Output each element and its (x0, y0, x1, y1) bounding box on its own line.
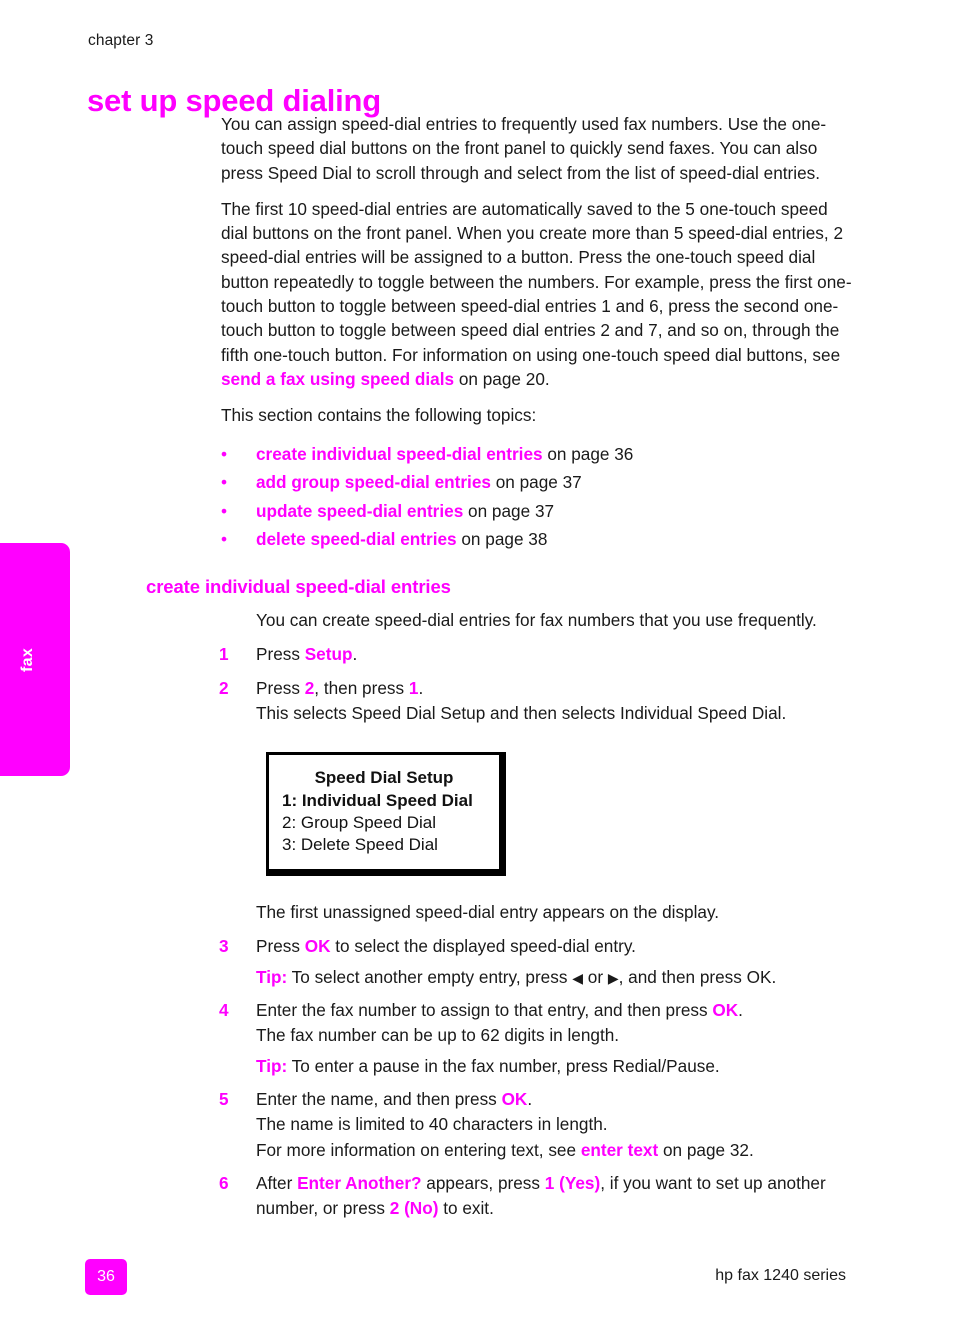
step-text-after: . (352, 644, 358, 665)
step-item-3: 3 Press OK to select the displayed speed-… (0, 934, 954, 990)
lcd-menu-item-1: 1: Individual Speed Dial (282, 790, 473, 810)
tip-label: Tip: (256, 1055, 288, 1076)
step-item-1: 1 Press Setup. (0, 642, 954, 667)
step-text-after: to exit. (438, 1198, 494, 1219)
intro-paragraph-2: The first 10 speed-dial entries are auto… (0, 197, 954, 391)
lcd-menu-item-2: 2: Group Speed Dial (282, 812, 437, 832)
step-detail-lead: For more information on entering text, s… (256, 1139, 581, 1160)
step-item-6: 6 After Enter Another? appears, press 1 (… (0, 1171, 954, 1222)
bullet-icon: • (221, 529, 228, 550)
list-item: • add group speed-dial entries on page 37 (0, 468, 954, 497)
step-item-5: 5 Enter the name, and then press OK. The … (0, 1087, 954, 1163)
list-item: • delete speed-dial entries on page 38 (0, 525, 954, 554)
step-number: 4 (219, 1000, 229, 1021)
step-detail: This selects Speed Dial Setup and then s… (256, 702, 787, 723)
step-text-before: Enter the name, and then press (256, 1088, 502, 1109)
step-item-2: 2 Press 2, then press 1. This selects Spe… (0, 676, 954, 727)
chapter-label: chapter 3 (88, 32, 154, 49)
step-text-after: . (738, 1000, 743, 1021)
intro-paragraph-1: You can assign speed-dial entries to fre… (0, 112, 954, 185)
after-display-note: The first unassigned speed-dial entry ap… (256, 902, 720, 923)
step-text-before: Press (256, 644, 305, 665)
step-item-4: 4 Enter the fax number to assign to that … (0, 998, 954, 1079)
link-send-a-fax-using-speed-dials[interactable]: send a fax using speed dials (221, 369, 454, 389)
prompt-enter-another: Enter Another? (297, 1172, 422, 1193)
intro-paragraph-1-text: You can assign speed-dial entries to fre… (221, 114, 827, 183)
step-number: 5 (219, 1088, 229, 1109)
step-text-before: After (256, 1172, 298, 1193)
list-item: • create individual speed-dial entries on… (0, 440, 954, 469)
link-delete-speed-dial-entries[interactable]: delete speed-dial entries (256, 529, 457, 549)
step-text-after: to select the displayed speed-dial entry… (330, 936, 636, 957)
step-detail-secondary: For more information on entering text, s… (256, 1138, 854, 1163)
list-item-tail: on page 37 (463, 500, 555, 521)
tip-text-after: , and then press OK. (618, 966, 777, 987)
bullet-icon: • (221, 472, 228, 493)
key-1: 1 (408, 677, 419, 698)
page-number-badge: 36 (85, 1259, 127, 1295)
section-heading-create-individual-speed-dial-entries: create individual speed-dial entries (146, 575, 451, 597)
step-tip: Tip: To select another empty entry, pres… (256, 965, 854, 990)
intro-paragraph-2-text-lead: The first 10 speed-dial entries are auto… (221, 198, 852, 365)
key-ok: OK (501, 1088, 528, 1109)
step-detail-tail: on page 32. (658, 1139, 754, 1160)
key-setup: Setup (304, 644, 353, 665)
tip-text-before: To select another empty entry, press (287, 966, 573, 987)
list-item-tail: on page 37 (490, 472, 582, 493)
bullet-icon: • (221, 443, 228, 464)
link-add-group-speed-dial-entries[interactable]: add group speed-dial entries (256, 472, 491, 492)
key-2: 2 (304, 677, 315, 698)
step-number: 1 (219, 644, 229, 665)
tip-text-mid: or (582, 966, 608, 987)
step-text-mid: appears, press (421, 1172, 545, 1193)
step-text-before: Press (256, 936, 305, 957)
key-1-yes: 1 (Yes) (544, 1172, 601, 1193)
link-enter-text[interactable]: enter text (581, 1140, 658, 1160)
list-item: • update speed-dial entries on page 37 (0, 497, 954, 526)
list-item-tail: on page 38 (456, 529, 548, 550)
document-page: fax chapter 3 set up speed dialing You c… (0, 0, 954, 1321)
steps-list-part-2: 3 Press OK to select the displayed speed-… (0, 934, 954, 1221)
lcd-menu-item-3: 3: Delete Speed Dial (282, 835, 438, 855)
key-ok: OK (304, 936, 331, 957)
tip-label: Tip: (256, 966, 288, 987)
bullet-icon: • (221, 500, 228, 521)
step-tip: Tip: To enter a pause in the fax number,… (256, 1054, 854, 1079)
lcd-display-box: Speed Dial Setup 1: Individual Speed Dia… (266, 752, 506, 877)
step-detail: The fax number can be up to 62 digits in… (256, 1025, 620, 1046)
step-number: 2 (219, 677, 229, 698)
section-lead-paragraph: You can create speed-dial entries for fa… (256, 609, 817, 630)
footer-product-name: hp fax 1240 series (715, 1267, 846, 1284)
page-content: You can assign speed-dial entries to fre… (0, 112, 954, 1229)
link-update-speed-dial-entries[interactable]: update speed-dial entries (256, 501, 463, 521)
step-text-before: Enter the fax number to assign to that e… (256, 1000, 713, 1021)
step-number: 3 (219, 936, 229, 957)
lcd-display-figure: Speed Dial Setup 1: Individual Speed Dia… (0, 752, 954, 877)
key-ok: OK (712, 1000, 739, 1021)
step-text-mid: , then press (314, 677, 409, 698)
step-number: 6 (219, 1172, 229, 1193)
topics-intro: This section contains the following topi… (221, 405, 537, 426)
link-create-individual-speed-dial-entries[interactable]: create individual speed-dial entries (256, 444, 543, 464)
topics-list: • create individual speed-dial entries on… (0, 440, 954, 554)
intro-paragraph-2-text-tail: on page 20. (454, 368, 550, 389)
left-arrow-icon: ◀ (572, 969, 583, 986)
lcd-display-title: Speed Dial Setup (314, 768, 454, 788)
step-text-after: . (527, 1088, 533, 1109)
right-arrow-icon: ▶ (607, 969, 619, 986)
steps-list-part-1: 1 Press Setup. 2 Press 2, then press 1. Th… (0, 642, 954, 726)
step-text-before: Press (256, 677, 305, 698)
key-2-no: 2 (No) (389, 1198, 439, 1219)
tip-text: To enter a pause in the fax number, pres… (287, 1055, 720, 1076)
page-footer: 36 hp fax 1240 series (0, 1251, 954, 1321)
list-item-tail: on page 36 (542, 443, 634, 464)
step-detail: The name is limited to 40 characters in … (256, 1114, 608, 1135)
step-text-after: . (418, 677, 424, 698)
